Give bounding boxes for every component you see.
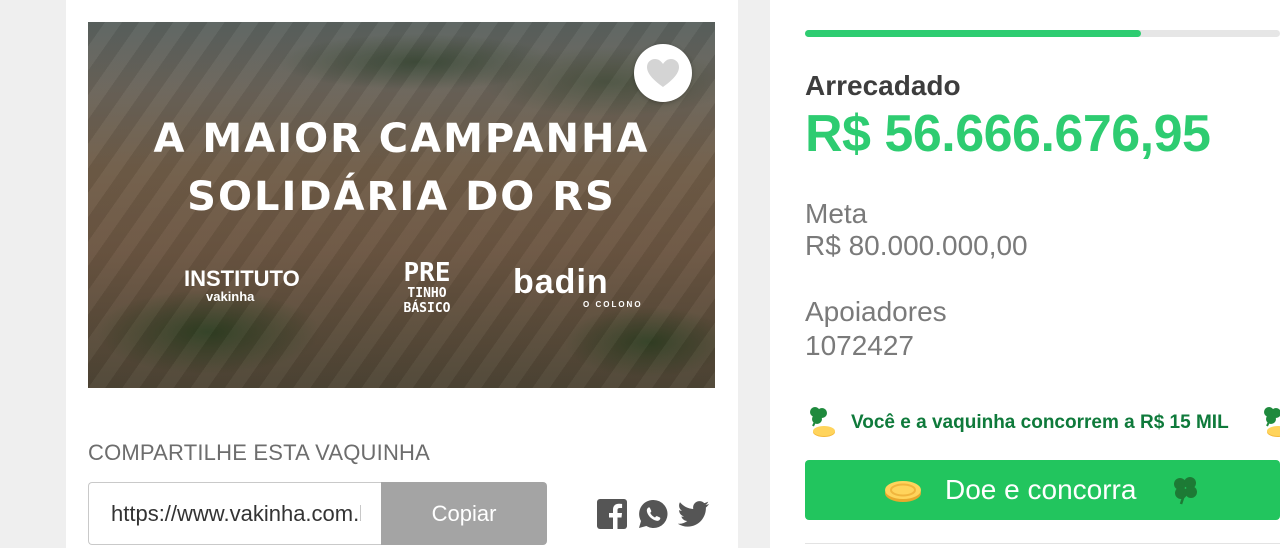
banner-title-line1: A MAIOR CAMPANHA xyxy=(153,116,650,162)
heart-icon xyxy=(647,59,679,87)
divider xyxy=(805,543,1280,544)
goal-label: Meta xyxy=(805,198,868,229)
share-url-input[interactable] xyxy=(88,482,383,545)
donate-button-label: Doe e concorra xyxy=(945,474,1137,505)
banner-title-line2: SOLIDÁRIA DO RS xyxy=(187,174,616,220)
supporters-label: Apoiadores xyxy=(805,296,947,327)
facebook-share-button[interactable] xyxy=(596,498,628,530)
raised-label: Arrecadado xyxy=(805,70,961,101)
sponsor-logos: INSTITUTO vakinha PRE TINHO BÁSICO badin… xyxy=(88,260,715,330)
clover-icon xyxy=(1174,477,1197,505)
instituto-vakinha-logo: INSTITUTO vakinha xyxy=(184,266,300,304)
share-title: COMPARTILHE ESTA VAQUINHA xyxy=(88,440,430,465)
progress-bar-fill xyxy=(805,30,1142,37)
promo-text: Você e a vaquinha concorrem a R$ 15 MIL xyxy=(851,412,1229,433)
badin-logo: badin O COLONO xyxy=(513,263,643,309)
pretinho-basico-logo: PRE TINHO BÁSICO xyxy=(403,258,451,316)
supporters-count: 1072427 xyxy=(805,330,915,361)
goal-amount: R$ 80.000.000,00 xyxy=(805,230,1028,261)
facebook-icon xyxy=(597,499,627,529)
coin-icon xyxy=(885,481,921,502)
campaign-banner-image: A MAIOR CAMPANHA SOLIDÁRIA DO RS INSTITU… xyxy=(88,22,715,388)
whatsapp-icon xyxy=(639,499,668,528)
banner-title: A MAIOR CAMPANHA SOLIDÁRIA DO RS xyxy=(88,110,715,226)
progress-bar xyxy=(805,30,1280,37)
copy-button[interactable]: Copiar xyxy=(381,482,547,545)
twitter-icon xyxy=(678,501,709,527)
donate-button[interactable]: Doe e concorra xyxy=(805,460,1280,520)
clover-coin-icon xyxy=(1264,407,1280,437)
favorite-button[interactable] xyxy=(634,44,692,102)
promo-banner: Você e a vaquinha concorrem a R$ 15 MIL xyxy=(805,404,1280,442)
whatsapp-share-button[interactable] xyxy=(637,498,669,530)
clover-coin-icon xyxy=(810,407,835,437)
raised-amount: R$ 56.666.676,95 xyxy=(805,105,1211,163)
twitter-share-button[interactable] xyxy=(678,498,710,530)
